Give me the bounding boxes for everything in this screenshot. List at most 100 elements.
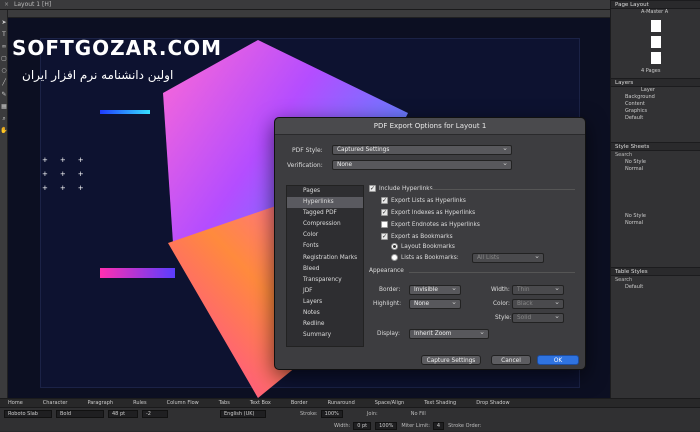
fill-label: No Fill (410, 411, 426, 417)
style-sheets-header[interactable]: Style Sheets (611, 142, 700, 151)
highlight-select[interactable]: None (409, 298, 461, 309)
stroke-field[interactable]: 100% (320, 410, 343, 418)
select-tool-icon[interactable]: ➤ (0, 18, 8, 27)
pink-stripe (100, 268, 175, 278)
category-transparency[interactable]: Transparency (287, 275, 363, 286)
weight-select[interactable]: Bold (56, 410, 104, 418)
dot-grid-left: +++ +++ +++ (42, 156, 96, 192)
page-layout-header[interactable]: Page Layout (611, 0, 700, 9)
tab-runaround[interactable]: Runaround (320, 399, 367, 407)
layer-item[interactable]: Graphics (611, 108, 700, 115)
page-thumb[interactable] (650, 52, 661, 64)
layout-bookmarks-radio[interactable]: Layout Bookmarks (391, 243, 455, 250)
hand-tool-icon[interactable]: ✋ (0, 126, 8, 135)
capture-settings-button[interactable]: Capture Settings (421, 355, 481, 365)
tab-border[interactable]: Border (283, 399, 320, 407)
export-endnotes-checkbox[interactable]: Export Endnotes as Hyperlinks (381, 221, 480, 228)
cancel-button[interactable]: Cancel (491, 355, 531, 365)
char-style-item[interactable]: Normal (611, 220, 700, 227)
tab-home[interactable]: Home (0, 399, 35, 407)
category-color[interactable]: Color (287, 230, 363, 241)
category-pages[interactable]: Pages (287, 186, 363, 197)
tab-space-align[interactable]: Space/Align (367, 399, 416, 407)
color-select[interactable]: Black (512, 298, 564, 309)
export-bookmarks-checkbox[interactable]: ✓ Export as Bookmarks (381, 233, 453, 240)
divider (409, 272, 575, 273)
category-tagged-pdf[interactable]: Tagged PDF (287, 208, 363, 219)
tab-rules[interactable]: Rules (125, 399, 159, 407)
tracking-field[interactable]: -2 (142, 410, 168, 418)
verification-row: Verification: None (287, 159, 512, 170)
line-tool-icon[interactable]: ╱ (0, 78, 8, 87)
pen-tool-icon[interactable]: ✎ (0, 90, 8, 99)
width-field[interactable]: 0 pt (353, 422, 372, 430)
size-field[interactable]: 48 pt (108, 410, 138, 418)
layer-item[interactable]: Content (611, 101, 700, 108)
style-select[interactable]: Solid (512, 312, 564, 323)
category-bleed[interactable]: Bleed (287, 264, 363, 275)
include-hyperlinks-checkbox[interactable]: ✓ Include Hyperlinks (369, 185, 433, 192)
blue-stripe (100, 110, 150, 114)
table-tool-icon[interactable]: ▦ (0, 102, 8, 111)
category-summary[interactable]: Summary (287, 330, 363, 341)
tab-tabs[interactable]: Tabs (211, 399, 242, 407)
page-thumb[interactable] (650, 36, 661, 48)
box-tool-icon[interactable]: ▢ (0, 54, 8, 63)
master-page[interactable]: A-Master A (611, 9, 700, 16)
display-select[interactable]: Inherit Zoom (409, 328, 489, 339)
pdf-style-select[interactable]: Captured Settings (332, 144, 512, 155)
category-fonts[interactable]: Fonts (287, 241, 363, 252)
close-icon[interactable]: × (4, 1, 9, 8)
layer-item[interactable]: Default (611, 115, 700, 122)
style-search[interactable]: Search (611, 151, 700, 159)
horizontal-ruler[interactable] (8, 10, 610, 18)
zoom-tool-icon[interactable]: ⌕ (0, 114, 8, 123)
hyperlinks-settings: ✓ Include Hyperlinks ✓ Export Lists as H… (369, 185, 575, 347)
tab-paragraph[interactable]: Paragraph (79, 399, 125, 407)
tab-text-shading[interactable]: Text Shading (416, 399, 468, 407)
color-label: Color: (493, 301, 510, 307)
category-layers[interactable]: Layers (287, 297, 363, 308)
table-styles-header[interactable]: Table Styles (611, 267, 700, 276)
verification-select[interactable]: None (332, 159, 512, 170)
tab-character[interactable]: Character (35, 399, 80, 407)
category-notes[interactable]: Notes (287, 308, 363, 319)
document-tab[interactable]: × Layout 1 [H] (0, 0, 610, 10)
zoom-field[interactable]: 100% (375, 422, 398, 430)
border-select[interactable]: Invisible (409, 284, 461, 295)
text-tool-icon[interactable]: T (0, 30, 8, 39)
layer-group[interactable]: Layer (611, 87, 700, 94)
highlight-label: Highlight: (373, 301, 402, 307)
char-style-item[interactable]: No Style (611, 213, 700, 220)
layer-item[interactable]: Background (611, 94, 700, 101)
join-label: Join: (366, 411, 378, 417)
language-select[interactable]: English (UK) (220, 410, 266, 418)
miter-field[interactable]: 4 (432, 422, 445, 430)
table-style-search[interactable]: Search (611, 276, 700, 284)
stroke-label: Stroke: (300, 411, 318, 417)
category-redline[interactable]: Redline (287, 319, 363, 330)
category-compression[interactable]: Compression (287, 219, 363, 230)
tab-drop-shadow[interactable]: Drop Shadow (468, 399, 521, 407)
export-indexes-checkbox[interactable]: ✓ Export Indexes as Hyperlinks (381, 209, 475, 216)
export-lists-checkbox[interactable]: ✓ Export Lists as Hyperlinks (381, 197, 466, 204)
layers-header[interactable]: Layers (611, 78, 700, 87)
ok-button[interactable]: OK (537, 355, 579, 365)
lists-bookmarks-radio[interactable]: Lists as Bookmarks: (391, 254, 459, 261)
table-style-item[interactable]: Default (611, 284, 700, 291)
measurements-tabs: Home Character Paragraph Rules Column Fl… (0, 399, 700, 408)
category-jdf[interactable]: JDF (287, 286, 363, 297)
link-tool-icon[interactable]: ∞ (0, 42, 8, 51)
tab-text-box[interactable]: Text Box (242, 399, 283, 407)
lists-select[interactable]: All Lists (472, 252, 544, 263)
width-select[interactable]: Thin (512, 284, 564, 295)
font-select[interactable]: Roboto Slab (4, 410, 52, 418)
style-item[interactable]: No Style (611, 159, 700, 166)
tab-column-flow[interactable]: Column Flow (159, 399, 211, 407)
page-thumb[interactable] (650, 20, 661, 32)
style-item[interactable]: Normal (611, 166, 700, 173)
category-hyperlinks[interactable]: Hyperlinks (287, 197, 363, 209)
right-panel: Page Layout A-Master A 4 Pages Layers La… (610, 0, 700, 398)
category-registration-marks[interactable]: Registration Marks (287, 253, 363, 264)
oval-tool-icon[interactable]: ○ (0, 66, 8, 75)
